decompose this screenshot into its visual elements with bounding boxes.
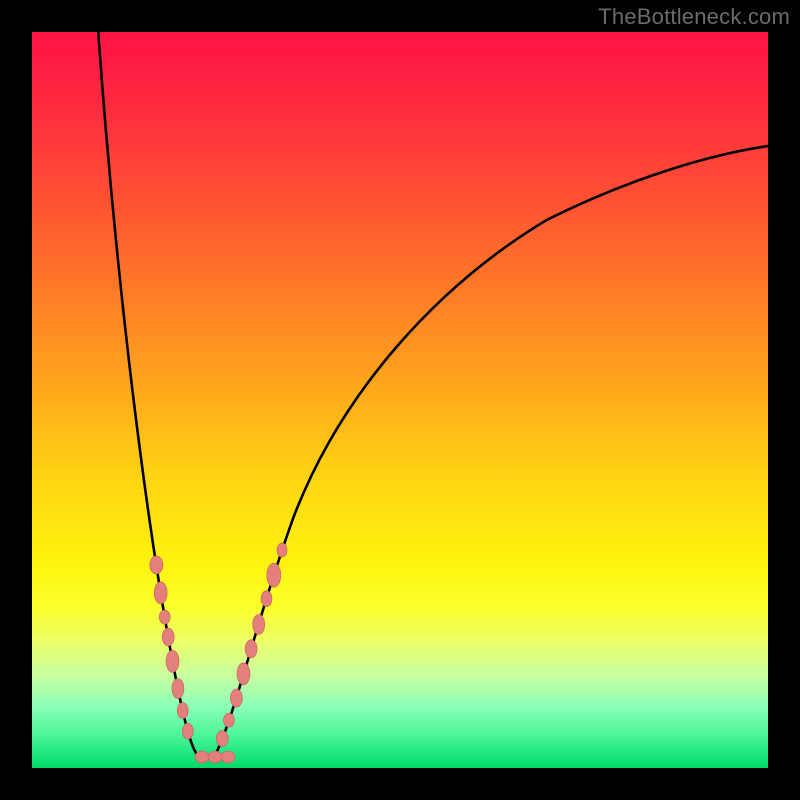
marker-right-8 xyxy=(277,543,287,557)
bottleneck-plot xyxy=(32,32,768,768)
marker-right-0 xyxy=(216,731,228,747)
marker-left-1 xyxy=(154,582,167,604)
marker-bottom-0 xyxy=(195,751,209,763)
marker-right-6 xyxy=(261,591,272,607)
marker-right-1 xyxy=(223,713,234,727)
marker-left-4 xyxy=(166,650,179,672)
heat-gradient xyxy=(32,32,768,768)
marker-right-3 xyxy=(237,663,250,685)
marker-right-2 xyxy=(230,689,242,707)
marker-right-4 xyxy=(245,640,257,658)
marker-right-5 xyxy=(253,615,265,635)
marker-left-3 xyxy=(162,628,174,646)
marker-left-5 xyxy=(172,679,184,699)
marker-left-2 xyxy=(159,610,170,624)
chart-frame: TheBottleneck.com xyxy=(0,0,800,800)
marker-right-7 xyxy=(267,563,281,587)
marker-bottom-1 xyxy=(208,751,222,763)
marker-bottom-2 xyxy=(221,751,235,763)
marker-left-6 xyxy=(177,703,188,719)
marker-left-7 xyxy=(182,723,193,739)
watermark: TheBottleneck.com xyxy=(598,4,790,30)
marker-left-0 xyxy=(150,556,163,574)
